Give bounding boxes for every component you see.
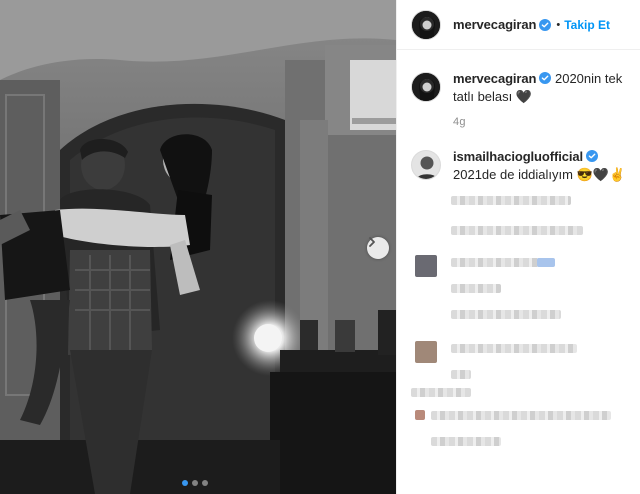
post-time[interactable]: 4g <box>453 116 640 128</box>
redacted-comment <box>431 437 501 446</box>
redacted-comment <box>451 370 471 379</box>
author-avatar[interactable] <box>411 9 441 40</box>
carousel-dot <box>192 480 198 486</box>
carousel-dot <box>202 480 208 486</box>
redacted-comment <box>451 284 501 293</box>
comment-username[interactable]: ismailhaciogluofficial <box>453 149 583 164</box>
redacted-comment <box>451 344 577 353</box>
verified-badge-icon <box>539 18 552 31</box>
next-photo-button[interactable] <box>367 237 389 259</box>
redacted-comment <box>451 310 561 319</box>
header-separator: • <box>556 18 561 31</box>
caption-body: mervecagiran 2020nin tek tatlı belası 🖤 <box>453 70 630 106</box>
carousel-indicator <box>182 480 208 486</box>
verified-badge-icon <box>539 72 552 84</box>
redacted-comment <box>431 411 611 420</box>
avatar-image <box>412 10 440 39</box>
comment-text: 2021de de iddialıyım 😎🖤✌️ <box>453 167 626 182</box>
redacted-avatar <box>415 341 437 363</box>
redacted-comment <box>451 226 583 235</box>
redacted-emoji <box>537 258 555 267</box>
redacted-avatar <box>415 410 425 420</box>
post-side-panel: mervecagiran • Takip Et mervecagiran 202… <box>396 0 640 494</box>
avatar-image <box>412 73 440 101</box>
caption-username[interactable]: mervecagiran <box>453 71 536 86</box>
verified-badge-icon <box>586 150 598 162</box>
redacted-comment <box>411 388 471 397</box>
chevron-right-icon <box>369 237 375 247</box>
photo-scene <box>0 0 396 494</box>
post-caption: mervecagiran 2020nin tek tatlı belası 🖤 <box>397 50 640 106</box>
avatar-image <box>412 151 440 179</box>
follow-button[interactable]: Takip Et <box>564 18 610 32</box>
comment-body: ismailhaciogluofficial 2021de de iddialı… <box>453 148 630 184</box>
author-username[interactable]: mervecagiran <box>453 17 536 32</box>
carousel-dot-active <box>182 480 188 486</box>
redacted-comment <box>451 196 571 205</box>
post-photo[interactable] <box>0 0 396 494</box>
commenter-avatar[interactable] <box>411 150 441 180</box>
caption-avatar[interactable] <box>411 72 441 102</box>
redacted-avatar <box>415 255 437 277</box>
redacted-comment <box>451 258 551 267</box>
comment-item: ismailhaciogluofficial 2021de de iddialı… <box>397 128 640 184</box>
post-header: mervecagiran • Takip Et <box>397 0 640 50</box>
